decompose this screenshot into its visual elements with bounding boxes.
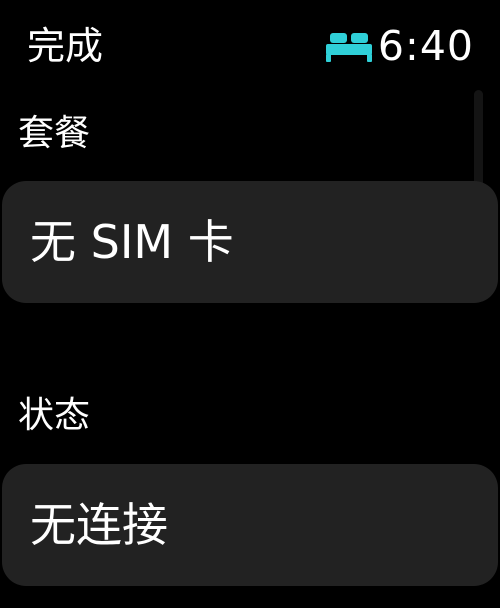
clock: 6:40 <box>377 22 474 70</box>
status-bar: 完成 6:40 <box>0 0 500 92</box>
bed-icon <box>325 29 372 63</box>
status-value: 无连接 <box>30 498 168 552</box>
plan-value: 无 SIM 卡 <box>30 215 234 269</box>
section-label-status: 状态 <box>18 395 91 436</box>
section-label-plan: 套餐 <box>18 113 91 154</box>
done-button[interactable]: 完成 <box>27 22 103 70</box>
plan-cell[interactable]: 无 SIM 卡 <box>2 181 498 303</box>
status-indicators: 6:40 <box>325 22 474 70</box>
status-cell[interactable]: 无连接 <box>2 464 498 586</box>
